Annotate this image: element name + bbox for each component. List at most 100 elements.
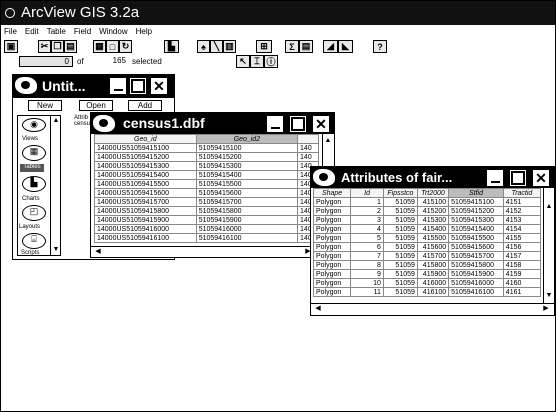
table-cell[interactable]: 416000 [416, 278, 450, 288]
table-cell[interactable]: 4161 [502, 287, 542, 297]
table-cell[interactable]: 51059 [382, 260, 418, 270]
table-cell[interactable]: 5 [350, 233, 384, 243]
table-row[interactable]: 14000US51059415500 51059415500 140 [94, 179, 319, 189]
table-cell[interactable]: 51059416100 [448, 287, 504, 297]
menu-file[interactable]: File [1, 25, 21, 38]
table-cell[interactable]: 415500 [416, 233, 450, 243]
table-cell[interactable]: 51059415600 [448, 242, 504, 252]
table-row[interactable]: Polygon 1 51059 415100 51059415100 4151 [312, 197, 542, 207]
table-cell[interactable]: 6 [350, 242, 384, 252]
summarize-icon[interactable]: Σ [285, 40, 299, 53]
minimize-button[interactable] [109, 77, 127, 95]
table-row[interactable]: Polygon 8 51059 415800 51059415800 4158 [312, 260, 542, 270]
table-cell[interactable]: Polygon [312, 233, 352, 243]
edit-tool-icon[interactable]: ⌶ [250, 55, 264, 68]
table-cell[interactable]: 51059415900 [195, 215, 299, 225]
save-icon[interactable]: ▣ [4, 40, 18, 53]
census-horizontal-scrollbar[interactable]: ◀ ▶ [91, 246, 334, 256]
table-cell[interactable]: 14000US51059415600 [94, 188, 197, 198]
column-header-trt2000[interactable]: Trt2000 [416, 188, 450, 198]
column-header-partial[interactable] [297, 134, 319, 144]
promote-icon[interactable]: ▥ [223, 40, 236, 53]
layouts-icon[interactable]: ◰ [22, 205, 46, 221]
menu-edit[interactable]: Edit [21, 25, 43, 38]
close-button[interactable]: ✕ [150, 77, 168, 95]
menu-field[interactable]: Field [70, 25, 95, 38]
table-cell[interactable]: 51059415200 [195, 152, 299, 162]
table-cell[interactable]: 4 [350, 224, 384, 234]
table-cell[interactable]: 51059415300 [448, 215, 504, 225]
table-cell[interactable]: 51059416000 [195, 224, 299, 234]
table-cell[interactable]: 4157 [502, 251, 542, 261]
table-row[interactable]: 14000US51059416000 51059416000 140 [94, 224, 319, 234]
table-cell[interactable]: 14000US51059415100 [94, 143, 197, 153]
table-cell[interactable]: 14000US51059415400 [94, 170, 197, 180]
table-cell[interactable]: 415700 [416, 251, 450, 261]
table-cell[interactable]: 11 [350, 287, 384, 297]
table-cell[interactable]: 51059 [382, 251, 418, 261]
table-cell[interactable]: Polygon [312, 215, 352, 225]
table-cell[interactable]: 14000US51059415900 [94, 215, 197, 225]
table-cell[interactable]: 415100 [416, 197, 450, 207]
table-cell[interactable]: 51059 [382, 278, 418, 288]
select-all-icon[interactable]: ▦ [93, 40, 106, 53]
scroll-up-arrow-icon[interactable]: ▲ [51, 116, 61, 126]
scroll-down-arrow-icon[interactable]: ▼ [51, 245, 61, 255]
table-cell[interactable]: Polygon [312, 287, 352, 297]
table-cell[interactable]: 51059415700 [195, 197, 299, 207]
table-row[interactable]: Polygon 9 51059 415900 51059415900 4159 [312, 269, 542, 279]
table-cell[interactable]: 51059 [382, 224, 418, 234]
table-cell[interactable]: 4155 [502, 233, 542, 243]
doc-type-scrollbar[interactable]: ▲ ▼ [50, 116, 60, 255]
maximize-button[interactable] [289, 115, 307, 133]
scripts-icon[interactable]: ⌸ [22, 233, 46, 249]
find-icon[interactable]: ♠ [197, 40, 210, 53]
table-row[interactable]: Polygon 6 51059 415600 51059415600 4156 [312, 242, 542, 252]
table-cell[interactable]: 14000US51059415200 [94, 152, 197, 162]
table-cell[interactable]: Polygon [312, 206, 352, 216]
select-none-icon[interactable]: □ [106, 40, 119, 53]
pointer-tool-icon[interactable]: ↖ [236, 55, 250, 68]
table-cell[interactable]: 415800 [416, 260, 450, 270]
cut-icon[interactable]: ✂ [38, 40, 51, 53]
table-cell[interactable]: Polygon [312, 278, 352, 288]
system-menu-icon[interactable] [5, 8, 15, 18]
table-cell[interactable]: 4160 [502, 278, 542, 288]
table-cell[interactable]: 14000US51059415300 [94, 161, 197, 171]
table-cell[interactable]: Polygon [312, 260, 352, 270]
calculate-icon[interactable]: ▤ [299, 40, 313, 53]
table-cell[interactable]: 4158 [502, 260, 542, 270]
add-button[interactable]: Add [128, 100, 162, 111]
table-cell[interactable]: 14000US51059415700 [94, 197, 197, 207]
table-row[interactable]: Polygon 5 51059 415500 51059415500 4155 [312, 233, 542, 243]
table-row[interactable]: 14000US51059415200 51059415200 140 [94, 152, 319, 162]
table-cell[interactable]: 415300 [416, 215, 450, 225]
table-cell[interactable]: 10 [350, 278, 384, 288]
column-header-fipsstco[interactable]: Fipsstco [382, 188, 418, 198]
table-cell[interactable]: 2 [350, 206, 384, 216]
table-cell[interactable]: 51059 [382, 206, 418, 216]
column-header-geo-id[interactable]: Geo_id [94, 134, 197, 144]
doc-type-layouts[interactable]: Layouts [19, 224, 40, 230]
table-cell[interactable]: 51059 [382, 287, 418, 297]
table-cell[interactable]: Polygon [312, 242, 352, 252]
table-row[interactable]: Polygon 7 51059 415700 51059415700 4157 [312, 251, 542, 261]
table-cell[interactable]: 51059415500 [195, 179, 299, 189]
table-cell[interactable]: 51059415400 [448, 224, 504, 234]
doc-type-scripts[interactable]: Scripts [21, 250, 39, 256]
paste-icon[interactable]: ▤ [64, 40, 77, 53]
table-cell[interactable]: 51059415700 [448, 251, 504, 261]
table-cell[interactable]: 4154 [502, 224, 542, 234]
table-row[interactable]: 14000US51059415600 51059415600 140 [94, 188, 319, 198]
attributes-vertical-scrollbar[interactable]: ▲ ▼ [543, 188, 553, 303]
maximize-button[interactable] [129, 77, 147, 95]
chart-icon[interactable]: ▙ [164, 40, 179, 53]
new-button[interactable]: New [28, 100, 62, 111]
table-row[interactable]: 14000US51059415900 51059415900 140 [94, 215, 319, 225]
minimize-button[interactable] [266, 115, 284, 133]
column-header-stfid[interactable]: Stfid [448, 188, 504, 198]
table-cell[interactable]: 51059 [382, 197, 418, 207]
column-header-geo-id2[interactable]: Geo_id2 [195, 134, 299, 144]
sort-ascending-icon[interactable]: ◢ [323, 40, 338, 53]
table-cell[interactable]: 415900 [416, 269, 450, 279]
